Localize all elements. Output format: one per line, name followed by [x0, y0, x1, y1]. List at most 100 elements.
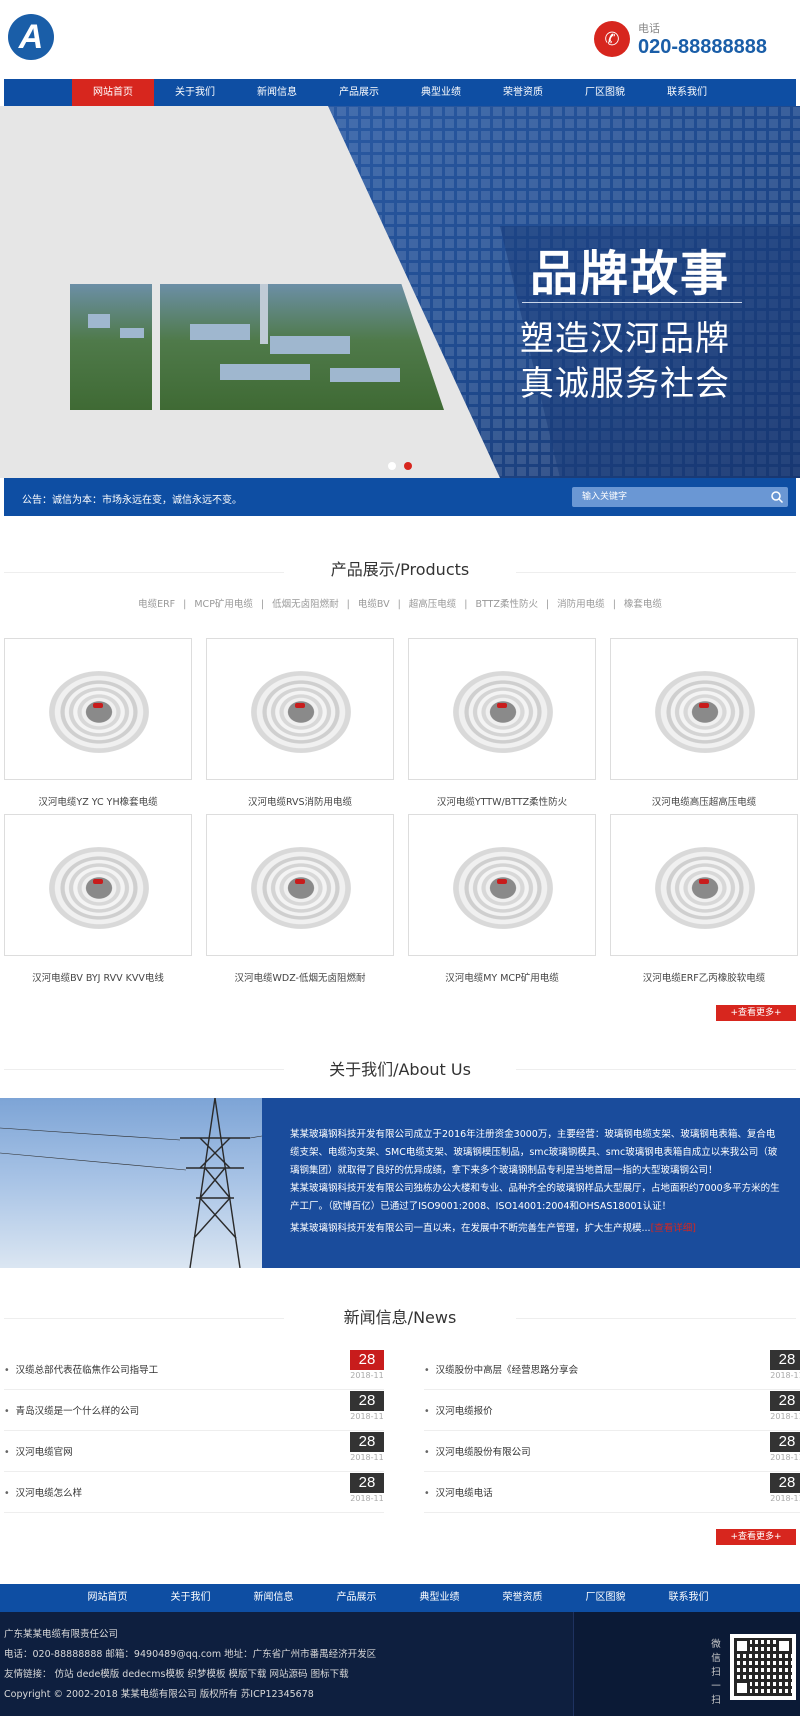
news-date: 282018-11	[770, 1391, 800, 1421]
about-section: 某某玻璃钢科技开发有限公司成立于2016年注册资金3000万，主要经营：玻璃钢电…	[0, 1098, 800, 1268]
product-image[interactable]	[206, 814, 394, 956]
phone-label: 电话	[638, 22, 660, 35]
news-title[interactable]: 汉河电缆怎么样	[4, 1485, 83, 1499]
news-year-month: 2018-11	[770, 1371, 800, 1380]
footer-nav-item[interactable]: 关于我们	[149, 1584, 232, 1612]
nav-item[interactable]: 联系我们	[646, 79, 728, 106]
products-more-button[interactable]: +查看更多+	[716, 1005, 796, 1021]
product-card[interactable]: 汉河电缆高压超高压电缆	[610, 638, 798, 808]
company-logo[interactable]: A	[8, 14, 54, 60]
footer-nav-item[interactable]: 新闻信息	[232, 1584, 315, 1612]
news-item[interactable]: 汉缆总部代表莅临焦作公司指导工 282018-11	[4, 1350, 384, 1390]
news-title[interactable]: 汉缆总部代表莅临焦作公司指导工	[4, 1362, 159, 1376]
nav-item[interactable]: 关于我们	[154, 79, 236, 106]
news-item[interactable]: 青岛汉缆是一个什么样的公司 282018-11	[4, 1391, 384, 1431]
news-day: 28	[770, 1350, 800, 1370]
product-card[interactable]: 汉河电缆WDZ-低烟无卤阻燃耐	[206, 814, 394, 984]
qr-code	[730, 1634, 796, 1700]
footer-nav-item[interactable]: 荣誉资质	[481, 1584, 564, 1612]
product-name[interactable]: 汉河电缆YTTW/BTTZ柔性防火	[408, 794, 596, 808]
nav-item[interactable]: 新闻信息	[236, 79, 318, 106]
category-link[interactable]: 电缆BV	[358, 599, 390, 610]
search-input[interactable]	[572, 487, 768, 507]
news-item[interactable]: 汉缆股份中高层《经营思路分享会 282018-11	[424, 1350, 800, 1390]
hero-banner[interactable]: 品牌故事 塑造汉河品牌 真诚服务社会	[0, 106, 800, 478]
notice-text: 公告：诚信为本：市场永远在变，诚信永远不变。	[22, 495, 242, 506]
slider-dot-2[interactable]	[404, 462, 412, 470]
footer-links[interactable]: 友情链接： 仿站 dede模版 dedecms模板 织梦模板 模版下载 网站源码…	[4, 1666, 349, 1680]
footer-nav-item[interactable]: 联系我们	[647, 1584, 730, 1612]
news-date: 282018-11	[350, 1473, 384, 1503]
news-title[interactable]: 汉河电缆电话	[424, 1485, 493, 1499]
product-name[interactable]: 汉河电缆高压超高压电缆	[610, 794, 798, 808]
category-link[interactable]: 超高压电缆	[409, 599, 457, 610]
category-link[interactable]: MCP矿用电缆	[194, 599, 253, 610]
slider-dot-1[interactable]	[388, 462, 396, 470]
category-link[interactable]: 电缆ERF	[138, 599, 175, 610]
footer-nav-item[interactable]: 典型业绩	[398, 1584, 481, 1612]
news-date: 282018-11	[350, 1432, 384, 1462]
news-title[interactable]: 汉河电缆报价	[424, 1403, 493, 1417]
product-name[interactable]: 汉河电缆YZ YC YH橡套电缆	[4, 794, 192, 808]
product-image[interactable]	[4, 814, 192, 956]
category-link[interactable]: 橡套电缆	[624, 599, 662, 610]
news-date: 282018-11	[350, 1350, 384, 1380]
product-card[interactable]: 汉河电缆MY MCP矿用电缆	[408, 814, 596, 984]
news-more-button[interactable]: +查看更多+	[716, 1529, 796, 1545]
cable-label	[295, 703, 305, 708]
product-name[interactable]: 汉河电缆MY MCP矿用电缆	[408, 970, 596, 984]
nav-item[interactable]: 厂区图貌	[564, 79, 646, 106]
product-image[interactable]	[610, 638, 798, 780]
product-card[interactable]: 汉河电缆ERF乙丙橡胶软电缆	[610, 814, 798, 984]
news-item[interactable]: 汉河电缆报价 282018-11	[424, 1391, 800, 1431]
news-divider	[4, 1512, 384, 1513]
nav-item[interactable]: 网站首页	[72, 79, 154, 106]
nav-item[interactable]: 荣誉资质	[482, 79, 564, 106]
product-image[interactable]	[206, 638, 394, 780]
slider-dots	[388, 462, 412, 470]
about-more-link[interactable]: [查看详细]	[651, 1223, 696, 1234]
cable-coil-image	[655, 671, 755, 753]
banner-title: 品牌故事	[530, 246, 731, 302]
footer-nav-item[interactable]: 网站首页	[66, 1584, 149, 1612]
product-name[interactable]: 汉河电缆ERF乙丙橡胶软电缆	[610, 970, 798, 984]
news-year-month: 2018-11	[770, 1453, 800, 1462]
news-title[interactable]: 汉河电缆官网	[4, 1444, 73, 1458]
product-image[interactable]	[408, 814, 596, 956]
news-year-month: 2018-11	[350, 1412, 384, 1421]
notice-bar: 公告：诚信为本：市场永远在变，诚信永远不变。	[4, 478, 796, 516]
product-image[interactable]	[610, 814, 798, 956]
product-card[interactable]: 汉河电缆RVS消防用电缆	[206, 638, 394, 808]
product-image[interactable]	[408, 638, 596, 780]
product-card[interactable]: 汉河电缆YTTW/BTTZ柔性防火	[408, 638, 596, 808]
news-item[interactable]: 汉河电缆怎么样 282018-11	[4, 1473, 384, 1513]
about-paragraph-1: 某某玻璃钢科技开发有限公司成立于2016年注册资金3000万，主要经营：玻璃钢电…	[290, 1129, 778, 1176]
news-item[interactable]: 汉河电缆官网 282018-11	[4, 1432, 384, 1472]
nav-item[interactable]: 典型业绩	[400, 79, 482, 106]
footer-nav-item[interactable]: 厂区图貌	[564, 1584, 647, 1612]
product-name[interactable]: 汉河电缆RVS消防用电缆	[206, 794, 394, 808]
news-date: 282018-11	[770, 1432, 800, 1462]
news-title[interactable]: 汉缆股份中高层《经营思路分享会	[424, 1362, 579, 1376]
product-image[interactable]	[4, 638, 192, 780]
category-link[interactable]: 消防用电缆	[557, 599, 605, 610]
product-card[interactable]: 汉河电缆BV BYJ RVV KVV电线	[4, 814, 192, 984]
product-name[interactable]: 汉河电缆BV BYJ RVV KVV电线	[4, 970, 192, 984]
product-card[interactable]: 汉河电缆YZ YC YH橡套电缆	[4, 638, 192, 808]
news-date: 282018-11	[350, 1391, 384, 1421]
news-title[interactable]: 汉河电缆股份有限公司	[424, 1444, 531, 1458]
phone-number: 020-88888888	[638, 36, 768, 58]
category-link[interactable]: BTTZ柔性防火	[476, 599, 538, 610]
news-item[interactable]: 汉河电缆股份有限公司 282018-11	[424, 1432, 800, 1472]
news-title[interactable]: 青岛汉缆是一个什么样的公司	[4, 1403, 140, 1417]
footer-nav-item[interactable]: 产品展示	[315, 1584, 398, 1612]
category-link[interactable]: 低烟无卤阻燃耐	[272, 599, 339, 610]
news-year-month: 2018-11	[350, 1371, 384, 1380]
nav-item[interactable]: 产品展示	[318, 79, 400, 106]
news-divider	[424, 1512, 800, 1513]
product-name[interactable]: 汉河电缆WDZ-低烟无卤阻燃耐	[206, 970, 394, 984]
cable-coil-image	[251, 671, 351, 753]
wechat-label: 微信扫一扫	[711, 1639, 721, 1706]
news-item[interactable]: 汉河电缆电话 282018-11	[424, 1473, 800, 1513]
search-icon[interactable]	[770, 490, 784, 504]
